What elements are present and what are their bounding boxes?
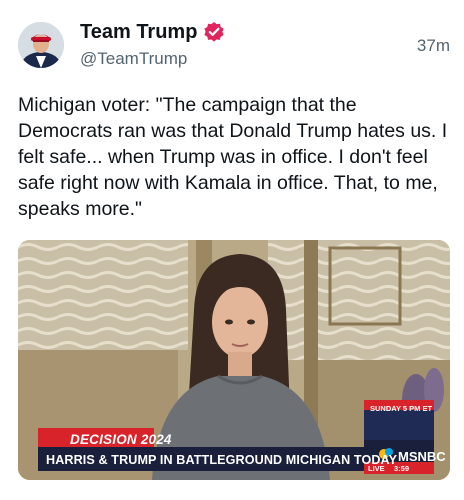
program-label: DECISION 2024: [70, 432, 172, 447]
timestamp[interactable]: 37m: [417, 36, 450, 56]
avatar[interactable]: [18, 22, 64, 68]
tweet-text: Michigan voter: "The campaign that the D…: [18, 94, 448, 220]
chyron-headline: HARRIS & TRUMP IN BATTLEGROUND MICHIGAN …: [46, 453, 398, 467]
promo-label: SUNDAY 5 PM ET: [370, 404, 433, 413]
network-logo: MSNBC: [398, 449, 446, 464]
program-name: DECISION: [70, 432, 137, 447]
broadcast-clock: 3:59: [394, 464, 410, 473]
handle[interactable]: @TeamTrump: [80, 49, 225, 69]
program-year: 2024: [140, 432, 172, 447]
video-media[interactable]: DECISION 2024 HARRIS & TRUMP IN BATTLEGR…: [18, 240, 450, 480]
live-badge: LIVE: [368, 464, 385, 473]
tweet-header: Team Trump @TeamTrump 37m: [0, 0, 464, 80]
verified-badge-icon: [203, 21, 225, 43]
display-name[interactable]: Team Trump: [80, 21, 197, 44]
avatar-image: [18, 22, 64, 68]
